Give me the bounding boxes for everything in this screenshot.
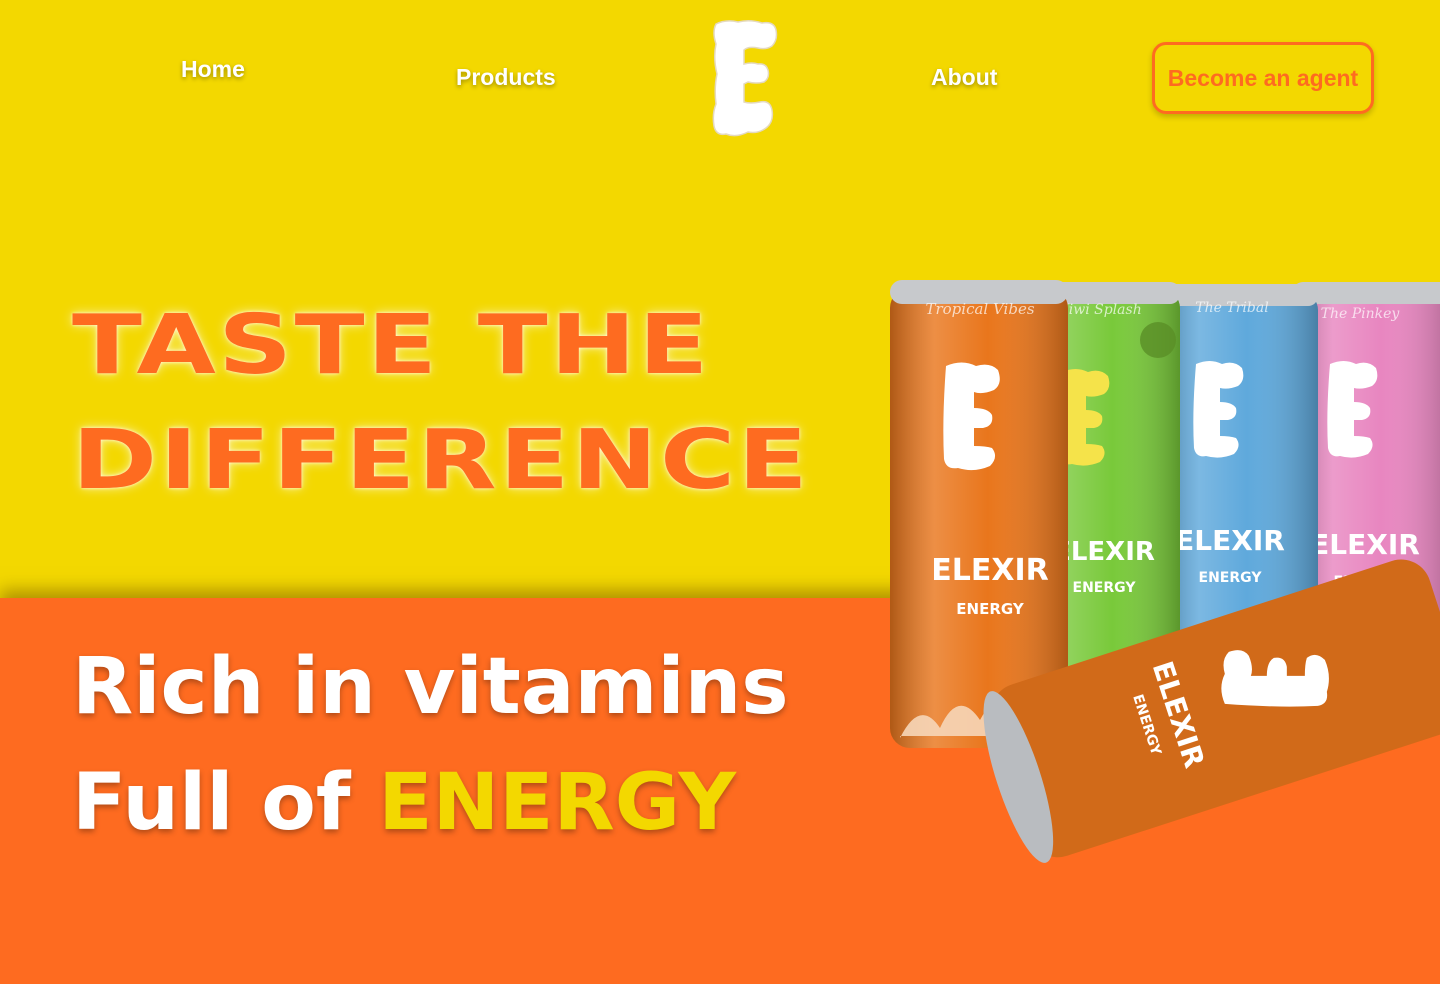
become-agent-button[interactable]: Become an agent	[1152, 42, 1374, 114]
svg-text:ELEXIR: ELEXIR	[1053, 537, 1155, 567]
svg-text:ENERGY: ENERGY	[1199, 570, 1263, 586]
elexir-e-logo-icon[interactable]	[708, 18, 780, 144]
svg-text:Kiwi Splash: Kiwi Splash	[1057, 302, 1141, 318]
nav-home-link[interactable]: Home	[181, 56, 245, 83]
svg-text:ENERGY: ENERGY	[1073, 580, 1137, 596]
nav-products-link[interactable]: Products	[456, 64, 556, 91]
nav-about-link[interactable]: About	[931, 64, 997, 91]
hero-headline-line2: DIFFERENCE	[72, 413, 811, 508]
tagline-accent-energy: ENERGY	[378, 758, 736, 848]
svg-text:The Pinkey: The Pinkey	[1321, 306, 1401, 322]
hero-headline-line1: TASTE THE	[72, 298, 711, 393]
svg-text:ENERGY: ENERGY	[956, 600, 1025, 618]
svg-text:Tropical Vibes: Tropical Vibes	[925, 300, 1034, 318]
svg-text:The Tribal: The Tribal	[1195, 300, 1268, 316]
hero-tagline-line1: Rich in vitamins	[72, 642, 789, 732]
svg-text:ELEXIR: ELEXIR	[1310, 528, 1420, 561]
hero-tagline-line2: Full of ENERGY	[72, 764, 736, 842]
tagline-prefix: Full of	[72, 758, 379, 848]
svg-text:ELEXIR: ELEXIR	[1175, 524, 1285, 557]
product-cans-image: The Pinkey ELEXIR ENERGY The Tribal ELEX…	[890, 280, 1440, 863]
svg-text:ELEXIR: ELEXIR	[931, 553, 1049, 588]
